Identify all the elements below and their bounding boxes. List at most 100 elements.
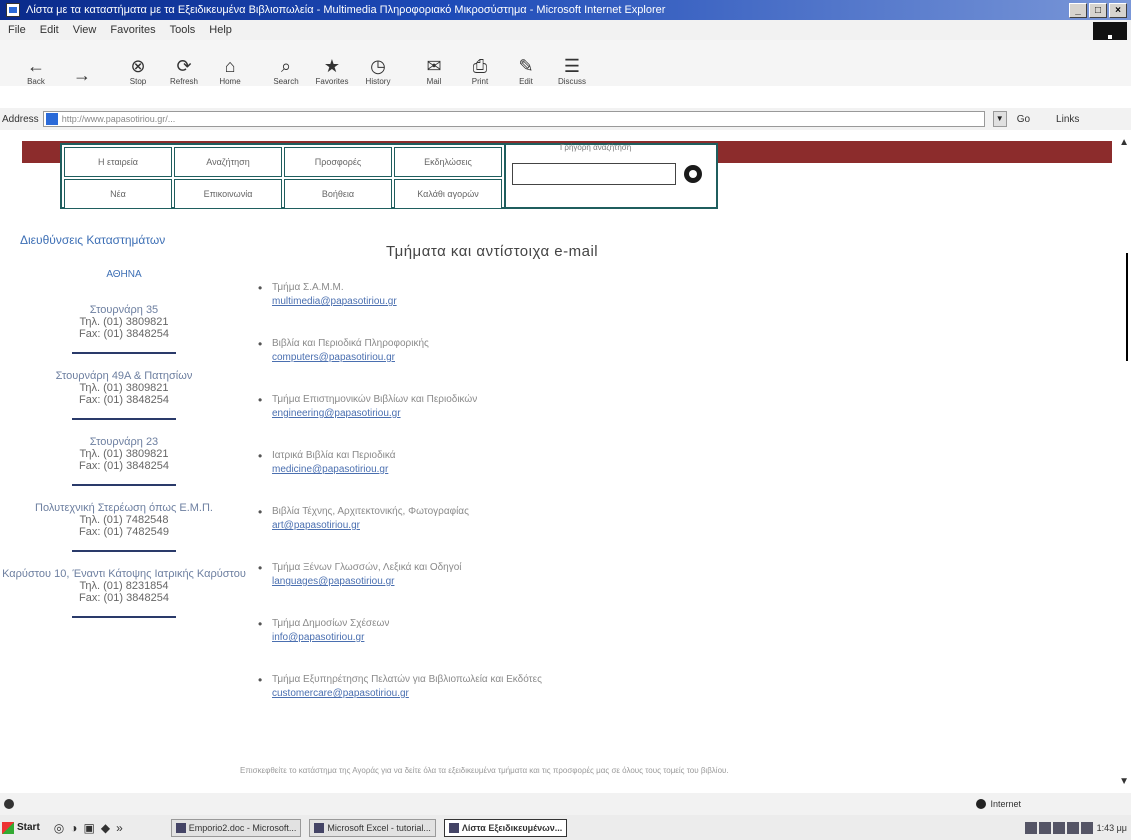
taskbar-button-excel[interactable]: Microsoft Excel - tutorial... xyxy=(309,818,436,837)
ie-icon xyxy=(448,822,459,833)
tray-icon[interactable] xyxy=(1052,821,1065,834)
email-link[interactable]: multimedia@papasotiriou.gr xyxy=(272,295,956,309)
nav-contact[interactable]: Επικοινωνία xyxy=(174,179,282,209)
email-link[interactable]: customercare@papasotiriou.gr xyxy=(272,687,956,701)
refresh-button[interactable]: ⟳ Refresh xyxy=(164,42,204,86)
divider xyxy=(72,418,176,420)
globe-icon xyxy=(976,799,987,809)
vertical-scrollbar[interactable]: ▲ ▼ xyxy=(1117,133,1131,793)
print-icon: ⎙ xyxy=(472,56,488,76)
window-controls: _ □ × xyxy=(1069,2,1127,18)
address-dropdown-icon[interactable]: ▼ xyxy=(992,111,1007,127)
nav-search[interactable]: Αναζήτηση xyxy=(174,147,282,177)
title-bar: Λίστα με τα καταστήματα με τα Εξειδικευμ… xyxy=(0,0,1131,20)
quick-search-input[interactable] xyxy=(512,163,676,185)
minimize-button[interactable]: _ xyxy=(1069,2,1087,18)
nav-news[interactable]: Νέα xyxy=(64,179,172,209)
search-go-icon[interactable] xyxy=(684,165,702,183)
footer-note: Επισκεφθείτε το κατάστημα της Αγοράς για… xyxy=(240,766,729,775)
menu-help[interactable]: Help xyxy=(209,24,232,36)
nav-events[interactable]: Εκδηλώσεις xyxy=(394,147,502,177)
history-button[interactable]: ◷ History xyxy=(358,42,398,86)
go-button[interactable]: Go xyxy=(1017,114,1030,125)
word-icon xyxy=(175,822,186,833)
email-link[interactable]: languages@papasotiriou.gr xyxy=(272,575,956,589)
maximize-button[interactable]: □ xyxy=(1089,2,1107,18)
menu-bar: File Edit View Favorites Tools Help xyxy=(0,20,1131,40)
list-item: Βιβλία και Περιοδικά Πληροφορικήςcompute… xyxy=(256,337,956,365)
favorites-button[interactable]: ★ Favorites xyxy=(312,42,352,86)
more-quicklaunch-icon[interactable]: » xyxy=(116,821,123,835)
nav-cart[interactable]: Καλάθι αγορών xyxy=(394,179,502,209)
menu-tools[interactable]: Tools xyxy=(170,24,196,36)
email-link[interactable]: computers@papasotiriou.gr xyxy=(272,351,956,365)
store-entry: Πολυτεχνική Στερέωση όπως Ε.Μ.Π. Τηλ. (0… xyxy=(35,502,213,538)
back-button[interactable]: ← Back xyxy=(16,42,56,86)
history-icon: ◷ xyxy=(370,56,386,76)
store-entry: Στουρνάρη 35 Τηλ. (01) 3809821 Fax: (01)… xyxy=(79,304,169,340)
ie-app-icon[interactable] xyxy=(6,3,20,17)
address-url: http://www.papasotiriou.gr/... xyxy=(61,114,176,124)
menu-favorites[interactable]: Favorites xyxy=(110,24,155,36)
scroll-up-icon[interactable]: ▲ xyxy=(1119,137,1129,148)
sidebar-heading: Διευθύνσεις Καταστημάτων xyxy=(20,233,166,247)
store-entry: Καρύστου 10, Έναντι Κάτοψης Ιατρικής Καρ… xyxy=(2,568,246,604)
nav-company[interactable]: Η εταιρεία xyxy=(64,147,172,177)
system-tray: 1:43 μμ xyxy=(1024,821,1127,834)
nav-offers[interactable]: Προσφορές xyxy=(284,147,392,177)
links-button[interactable]: Links xyxy=(1056,114,1079,125)
mail-button[interactable]: ✉ Mail xyxy=(414,42,454,86)
store-entry: Στουρνάρη 23 Τηλ. (01) 3809821 Fax: (01)… xyxy=(79,436,169,472)
search-button[interactable]: ⌕ Search xyxy=(266,42,306,86)
scroll-thumb[interactable] xyxy=(1126,253,1128,361)
scroll-down-icon[interactable]: ▼ xyxy=(1119,776,1129,787)
discuss-button[interactable]: ☰ Discuss xyxy=(552,42,592,86)
address-input[interactable]: http://www.papasotiriou.gr/... xyxy=(42,111,985,127)
email-link[interactable]: engineering@papasotiriou.gr xyxy=(272,407,956,421)
forward-button[interactable]: → xyxy=(62,42,102,86)
stop-button[interactable]: ⊗ Stop xyxy=(118,42,158,86)
email-link[interactable]: info@papasotiriou.gr xyxy=(272,631,956,645)
start-button[interactable]: Start xyxy=(2,821,40,834)
nav-help[interactable]: Βοήθεια xyxy=(284,179,392,209)
department-email-list: Τμήμα Σ.Α.Μ.Μ.multimedia@papasotiriou.gr… xyxy=(256,281,956,729)
excel-icon xyxy=(314,822,325,833)
divider xyxy=(72,550,176,552)
volume-icon[interactable] xyxy=(1080,821,1093,834)
stop-icon: ⊗ xyxy=(130,56,146,76)
menu-file[interactable]: File xyxy=(8,24,26,36)
ie-quicklaunch-icon[interactable]: ◎ xyxy=(54,821,64,835)
windows-flag-icon xyxy=(2,821,14,834)
desktop-quicklaunch-icon[interactable]: ▣ xyxy=(84,821,95,835)
menu-view[interactable]: View xyxy=(73,24,97,36)
address-label: Address xyxy=(2,113,39,125)
site-navigation: Η εταιρεία Αναζήτηση Προσφορές Εκδηλώσει… xyxy=(60,143,718,209)
page-status-icon xyxy=(4,799,14,809)
divider xyxy=(72,484,176,486)
refresh-icon: ⟳ xyxy=(176,56,192,76)
taskbar: Start ◎ ◑ ▣ ◆ » Emporio2.doc - Microsoft… xyxy=(0,815,1131,840)
security-zone: Internet xyxy=(976,799,1021,809)
clock[interactable]: 1:43 μμ xyxy=(1097,823,1127,833)
discuss-icon: ☰ xyxy=(563,56,581,76)
tray-icon[interactable] xyxy=(1038,821,1051,834)
standard-toolbar: ← Back → ⊗ Stop ⟳ Refresh ⌂ Home ⌕ Search ★ Fa… xyxy=(0,40,1131,86)
print-button[interactable]: ⎙ Print xyxy=(460,42,500,86)
tray-icon[interactable] xyxy=(1024,821,1037,834)
email-link[interactable]: medicine@papasotiriou.gr xyxy=(272,463,956,477)
home-button[interactable]: ⌂ Home xyxy=(210,42,250,86)
taskbar-button-word[interactable]: Emporio2.doc - Microsoft... xyxy=(170,818,302,837)
list-item: Ιατρικά Βιβλία και Περιοδικάmedicine@pap… xyxy=(256,449,956,477)
forward-arrow-icon: → xyxy=(73,65,91,85)
menu-edit[interactable]: Edit xyxy=(40,24,59,36)
tray-icon[interactable] xyxy=(1066,821,1079,834)
outlook-quicklaunch-icon[interactable]: ◑ xyxy=(70,821,77,835)
city-label: ΑΘΗΝΑ xyxy=(106,269,142,280)
channels-quicklaunch-icon[interactable]: ◆ xyxy=(101,821,110,835)
edit-button[interactable]: ✎ Edit xyxy=(506,42,546,86)
close-button[interactable]: × xyxy=(1109,2,1127,18)
page-title: Τμήματα και αντίστοιχα e-mail xyxy=(386,243,599,260)
list-item: Τμήμα Σ.Α.Μ.Μ.multimedia@papasotiriou.gr xyxy=(256,281,956,309)
taskbar-button-ie[interactable]: Λίστα Εξειδικευμένων... xyxy=(443,818,568,837)
email-link[interactable]: art@papasotiriou.gr xyxy=(272,519,956,533)
